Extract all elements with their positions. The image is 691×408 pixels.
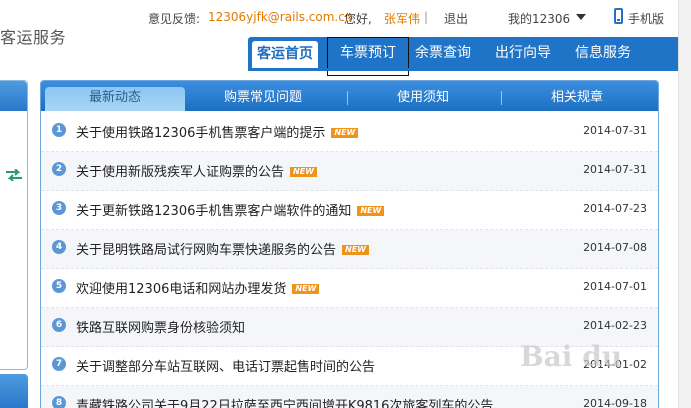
new-badge: NEW <box>331 128 359 138</box>
my12306-menu[interactable]: 我的12306 <box>508 10 570 27</box>
logout-link[interactable]: 退出 <box>444 10 468 27</box>
tab-faq[interactable]: 购票常见问题 <box>193 81 333 111</box>
tab-usage-notes[interactable]: 使用须知 <box>353 81 493 111</box>
news-title-text: 欢迎使用12306电话和网站办理发货 <box>76 282 287 297</box>
news-date: 2014-07-31 <box>583 163 647 176</box>
news-row[interactable]: 2 关于使用新版残疾军人证购票的公告 NEW 2014-07-31 <box>41 152 658 191</box>
left-card-header <box>0 81 27 111</box>
row-number-badge: 8 <box>52 396 66 408</box>
left-side-card <box>0 80 28 370</box>
news-row[interactable]: 5 欢迎使用12306电话和网站办理发货 NEW 2014-07-01 <box>41 269 658 308</box>
swap-arrows-icon[interactable] <box>2 169 26 181</box>
row-number-badge: 2 <box>52 162 66 176</box>
new-badge: NEW <box>357 206 385 216</box>
news-date: 2014-07-08 <box>583 241 647 254</box>
news-title-link[interactable]: 关于使用新版残疾军人证购票的公告 NEW <box>76 161 317 180</box>
news-title-text: 关于更新铁路12306手机售票客户端软件的通知 <box>76 204 352 219</box>
new-badge: NEW <box>290 167 317 177</box>
news-row[interactable]: 1 关于使用铁路12306手机售票客户端的提示 NEW 2014-07-31 <box>41 113 658 152</box>
news-row[interactable]: 3 关于更新铁路12306手机售票客户端软件的通知 NEW 2014-07-23 <box>41 191 658 230</box>
nav-item-travel-guide[interactable]: 出行向导 <box>490 37 556 69</box>
main-nav: 客运首页 车票预订 余票查询 出行向导 信息服务 <box>248 37 691 76</box>
news-date: 2014-09-18 <box>583 397 647 408</box>
row-number-badge: 1 <box>52 123 66 137</box>
news-date: 2014-07-01 <box>583 280 647 293</box>
nav-item-ticket-query[interactable]: 余票查询 <box>410 37 476 69</box>
username-link[interactable]: 张军伟 <box>384 10 420 27</box>
new-badge: NEW <box>342 245 369 255</box>
row-number-badge: 3 <box>52 201 66 215</box>
row-number-badge: 6 <box>52 318 66 332</box>
news-date: 2014-01-02 <box>583 358 647 371</box>
news-title-link[interactable]: 欢迎使用12306电话和网站办理发货 NEW <box>76 278 320 297</box>
news-row[interactable]: 4 关于昆明铁路局试行网购车票快递服务的公告 NEW 2014-07-08 <box>41 230 658 269</box>
nav-item-info-service[interactable]: 信息服务 <box>570 37 636 69</box>
news-title-link[interactable]: 关于使用铁路12306手机售票客户端的提示 NEW <box>76 122 359 141</box>
greeting-text: 您好, <box>344 12 372 26</box>
news-date: 2014-07-23 <box>583 202 647 215</box>
panel-tabs: 最新动态 购票常见问题 使用须知 相关规章 <box>41 81 658 111</box>
mobile-phone-icon[interactable] <box>614 8 623 24</box>
scrollbar[interactable] <box>678 0 691 408</box>
news-row[interactable]: 7 关于调整部分车站互联网、电话订票起售时间的公告 2014-01-02 <box>41 347 658 386</box>
chevron-down-icon[interactable] <box>576 14 586 20</box>
tab-divider <box>347 91 348 105</box>
news-date: 2014-02-23 <box>583 319 647 332</box>
news-panel: 最新动态 购票常见问题 使用须知 相关规章 1 关于使用铁路12306手机售票客… <box>40 80 659 408</box>
tab-divider <box>501 91 502 105</box>
news-row[interactable]: 8 青藏铁路公司关于9月22日拉萨至西宁西间增开K9816次旅客列车的公告 20… <box>41 386 658 408</box>
mobile-version-link[interactable]: 手机版 <box>628 10 664 27</box>
separator: | <box>424 10 429 24</box>
nav-item-home[interactable]: 客运首页 <box>252 41 318 69</box>
new-badge: NEW <box>292 284 320 294</box>
news-row[interactable]: 6 铁路互联网购票身份核验须知 2014-02-23 <box>41 308 658 347</box>
row-number-badge: 4 <box>52 240 66 254</box>
news-title-link[interactable]: 铁路互联网购票身份核验须知 <box>76 317 245 336</box>
tab-latest-news[interactable]: 最新动态 <box>45 87 185 111</box>
row-number-badge: 7 <box>52 357 66 371</box>
nav-underline <box>248 68 691 71</box>
feedback-email-link[interactable]: 12306yjfk@rails.com.cn <box>208 10 352 24</box>
left-card-lower-header <box>0 374 28 408</box>
news-date: 2014-07-31 <box>583 124 647 137</box>
news-title-link[interactable]: 青藏铁路公司关于9月22日拉萨至西宁西间增开K9816次旅客列车的公告 <box>76 395 493 408</box>
news-title-text: 关于昆明铁路局试行网购车票快递服务的公告 <box>76 243 337 258</box>
top-bar: 意见反馈: 12306yjfk@rails.com.cn 您好, 张军伟 | 退… <box>148 8 691 28</box>
feedback-label: 意见反馈: <box>148 12 201 26</box>
nav-item-label: 车票预订 <box>340 45 396 61</box>
news-title-link[interactable]: 关于更新铁路12306手机售票客户端软件的通知 NEW <box>76 200 385 219</box>
news-title-text: 关于使用新版残疾军人证购票的公告 <box>76 165 285 180</box>
news-title-link[interactable]: 关于昆明铁路局试行网购车票快递服务的公告 NEW <box>76 239 369 258</box>
news-title-text: 关于使用铁路12306手机售票客户端的提示 <box>76 126 326 141</box>
tab-regulations[interactable]: 相关规章 <box>507 81 647 111</box>
news-title-link[interactable]: 关于调整部分车站互联网、电话订票起售时间的公告 <box>76 356 375 375</box>
row-number-badge: 5 <box>52 279 66 293</box>
site-logo-text: 客运服务 <box>0 28 67 47</box>
